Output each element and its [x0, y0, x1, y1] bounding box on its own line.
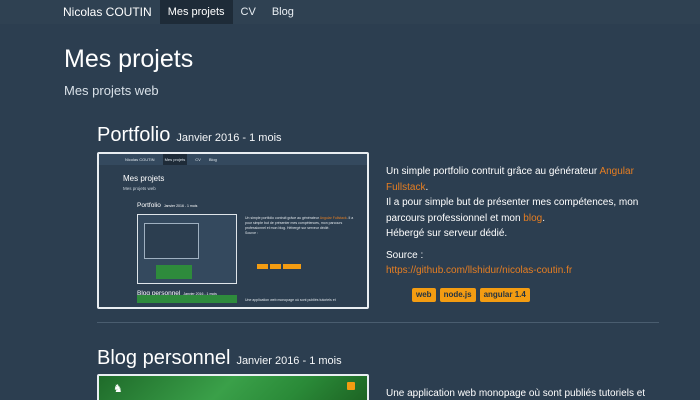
thumbnail-background [99, 376, 367, 400]
navbar-brand[interactable]: Nicolas COUTIN [57, 0, 160, 24]
thumbnail-next-screenshot [137, 295, 237, 303]
rss-icon [347, 382, 355, 390]
thumbnail-screenshot-green [156, 265, 192, 279]
source-label: Source : [386, 250, 424, 261]
thumbnail-source: Source : [245, 231, 259, 235]
project-date: Janvier 2016 - 1 mois [176, 132, 282, 144]
thumbnail-title: Mes projets [123, 174, 165, 183]
project-thumbnail[interactable]: ♞ [97, 374, 369, 400]
page-title: Mes projets [64, 45, 194, 73]
project-title: Portfolio Janvier 2016 - 1 mois [97, 124, 282, 147]
thumbnail-project-date: Janvier 2016 - 1 mois [163, 204, 198, 208]
thumbnail-next-description: Une application web monopage où sont pub… [245, 298, 336, 302]
thumbnail-tags [257, 264, 301, 269]
thumbnail-subtitle: Mes projets web [123, 186, 156, 191]
project-date: Janvier 2016 - 1 mois [236, 355, 342, 367]
description-text: Il a pour simple but de présenter mes co… [386, 197, 639, 224]
project-name: Blog personnel [97, 347, 231, 369]
divider [97, 322, 659, 323]
thumbnail-nav-link: CV [195, 157, 201, 162]
nav-link-cv[interactable]: CV [233, 0, 264, 24]
tag-badge: web [412, 288, 436, 302]
nav-link-blog[interactable]: Blog [264, 0, 302, 24]
project-thumbnail[interactable]: Nicolas COUTIN Mes projets CV Blog Mes p… [97, 152, 369, 309]
thumbnail-nav-brand: Nicolas COUTIN [125, 157, 155, 162]
description-text: . [425, 181, 429, 193]
thumbnail-description: Un simple portfolio contruit grâce au gé… [245, 216, 355, 236]
thumbnail-project-name: Portfolio [137, 202, 161, 209]
thumbnail-nav-link: Blog [208, 157, 217, 162]
thumbnail-screenshot [137, 214, 237, 284]
page-subtitle: Mes projets web [64, 83, 159, 98]
thumbnail-desc-link: Angular Fullstack [319, 216, 347, 220]
project-description: Un simple portfolio contruit grâce au gé… [386, 164, 652, 242]
thumbnail-nav-link: Mes projets [162, 154, 188, 165]
description-text: Hébergé sur serveur dédié. [386, 228, 508, 239]
thumbnail-project-title: Portfolio Janvier 2016 - 1 mois [137, 202, 197, 209]
thumbnail-navbar: Nicolas COUTIN Mes projets CV Blog [99, 154, 367, 165]
navbar: Nicolas COUTIN Mes projets CV Blog [0, 0, 700, 24]
thumbnail-screenshot-inner [144, 223, 199, 259]
source-link[interactable]: https://github.com/llshidur/nicolas-cout… [386, 265, 572, 276]
description-text: . [542, 212, 545, 224]
navbar-inner: Nicolas COUTIN Mes projets CV Blog [57, 0, 302, 24]
thumbnail-desc-plain: Un simple portfolio contruit grâce au gé… [245, 216, 320, 220]
nav-link-mes-projets[interactable]: Mes projets [159, 0, 233, 24]
tag-badge: angular 1.4 [479, 288, 530, 302]
project-name: Portfolio [97, 124, 171, 146]
blog-link[interactable]: blog [523, 213, 542, 224]
rabbit-logo-icon: ♞ [113, 383, 123, 395]
description-text: Un simple portfolio contruit grâce au gé… [386, 166, 600, 177]
project-tags: web node.js angular 1.4 [412, 288, 530, 302]
tag-badge: node.js [439, 288, 476, 302]
project-title: Blog personnel Janvier 2016 - 1 mois [97, 347, 342, 370]
project-description: Une application web monopage où sont pub… [386, 388, 646, 399]
